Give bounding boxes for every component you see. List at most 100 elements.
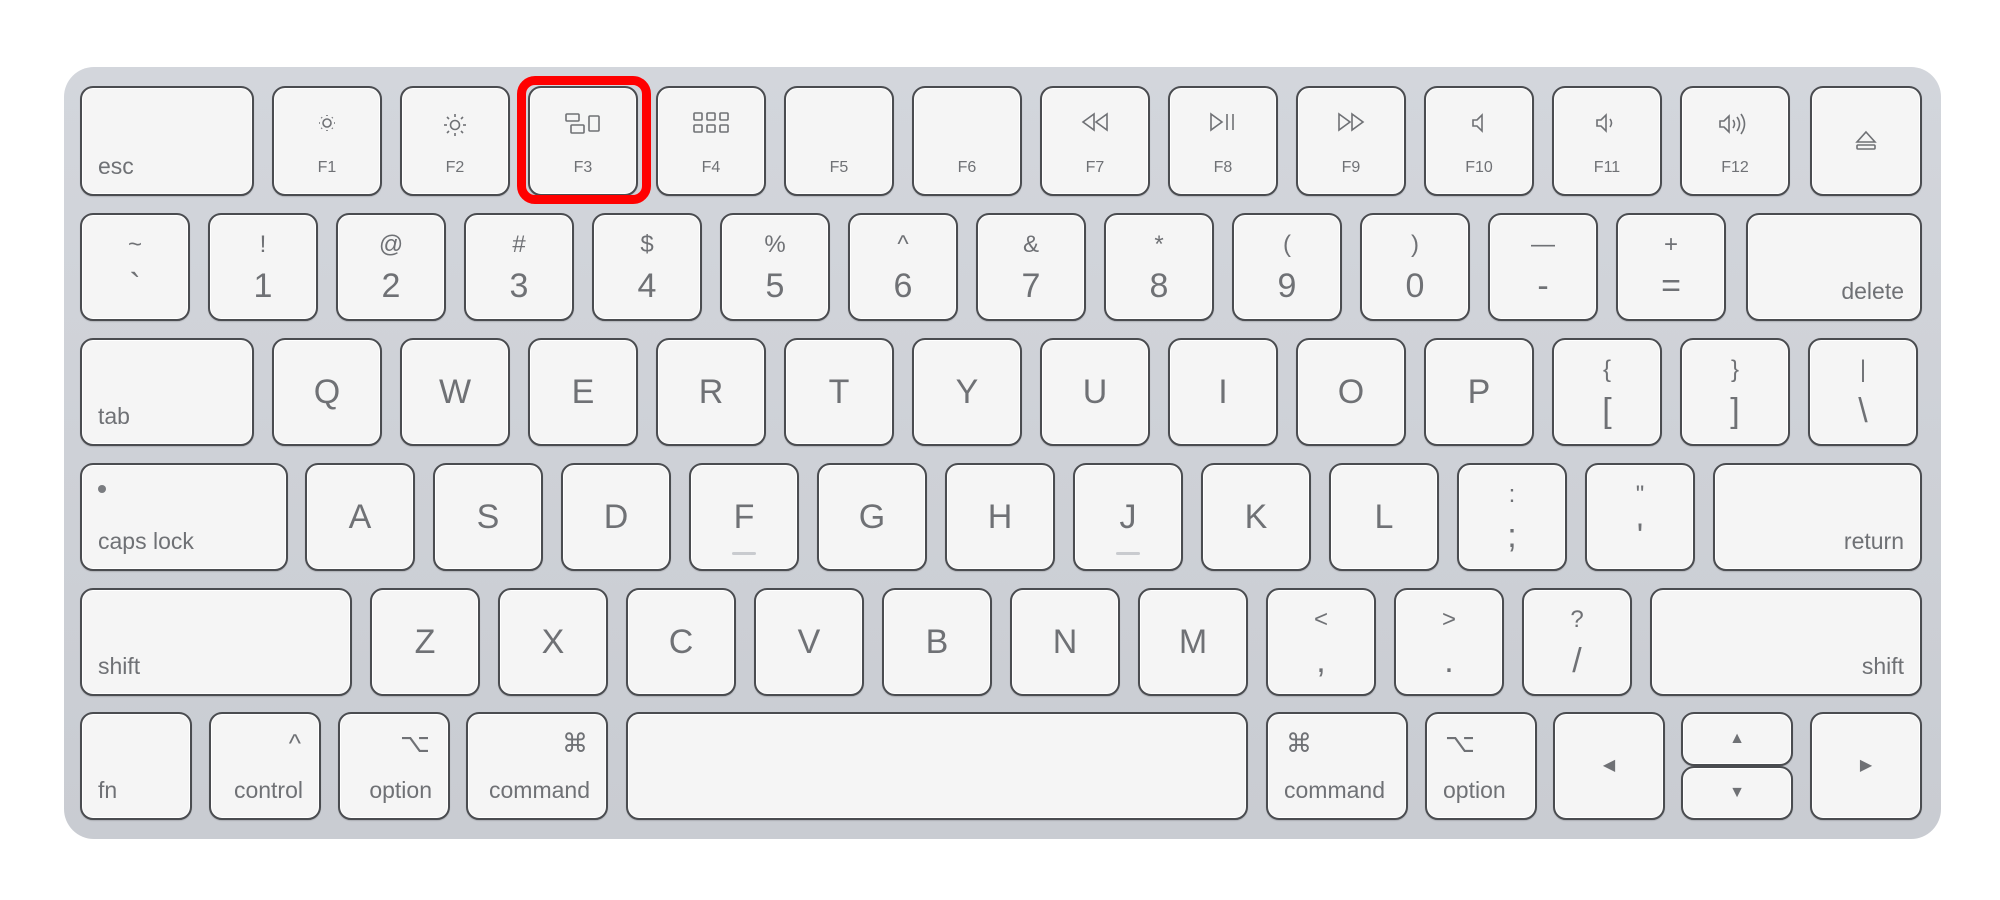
key-f11[interactable]: F11: [1552, 86, 1662, 196]
shift-symbol: ?: [1570, 606, 1584, 633]
key-q[interactable]: Q: [272, 338, 382, 446]
key-f[interactable]: F: [689, 463, 799, 571]
key-symbol: 2: [381, 267, 401, 305]
key-t[interactable]: T: [784, 338, 894, 446]
key-punct-2[interactable]: <,: [1266, 588, 1376, 696]
shift-symbol: |: [1859, 356, 1867, 383]
key-x[interactable]: X: [498, 588, 608, 696]
key-punct-4[interactable]: ? /: [1522, 588, 1632, 696]
key-f10[interactable]: F10: [1424, 86, 1534, 196]
key-symbol: [: [1602, 392, 1612, 430]
key-caps-lock[interactable]: caps lock: [80, 463, 288, 571]
shift-symbol: {: [1602, 356, 1611, 383]
key-option-left[interactable]: option ⌥: [338, 712, 450, 820]
key-b[interactable]: B: [882, 588, 992, 696]
key-letter: R: [698, 373, 724, 411]
control-icon: ^: [288, 728, 301, 758]
key-5[interactable]: % 5: [720, 213, 830, 321]
key-n[interactable]: N: [1010, 588, 1120, 696]
key-arrow-down[interactable]: ▼: [1681, 766, 1793, 820]
key-4[interactable]: $4: [592, 213, 702, 321]
key-command-left[interactable]: command ⌘: [466, 712, 608, 820]
key-v[interactable]: V: [754, 588, 864, 696]
shift-symbol: &: [1022, 231, 1039, 258]
key-a[interactable]: A: [305, 463, 415, 571]
key-fn[interactable]: fn: [80, 712, 192, 820]
key-punct-0[interactable]: :;: [1457, 463, 1567, 571]
key-command-right[interactable]: command ⌘: [1266, 712, 1408, 820]
key-f12[interactable]: F12: [1680, 86, 1790, 196]
key-arrow-left[interactable]: ◀: [1553, 712, 1665, 820]
key-esc[interactable]: esc: [80, 86, 254, 196]
key-minus[interactable]: — -: [1488, 213, 1598, 321]
key-letter: B: [925, 623, 949, 661]
key-p[interactable]: P: [1424, 338, 1534, 446]
key-i[interactable]: I: [1168, 338, 1278, 446]
key-8[interactable]: * 8: [1104, 213, 1214, 321]
key-letter: W: [438, 373, 472, 411]
key-3[interactable]: #3: [464, 213, 574, 321]
key-0[interactable]: ) 0: [1360, 213, 1470, 321]
key-bracket-0[interactable]: {[: [1552, 338, 1662, 446]
key-punct-3[interactable]: >.: [1394, 588, 1504, 696]
key-k[interactable]: K: [1201, 463, 1311, 571]
key-f4[interactable]: F4: [656, 86, 766, 196]
key-arrow-right[interactable]: ▶: [1810, 712, 1922, 820]
key-g[interactable]: G: [817, 463, 927, 571]
command-label: command: [1284, 777, 1385, 803]
key-j[interactable]: J: [1073, 463, 1183, 571]
key-2[interactable]: @2: [336, 213, 446, 321]
shift-symbol: <: [1313, 606, 1328, 633]
key-letter: E: [571, 373, 595, 411]
key-control[interactable]: control ^: [209, 712, 321, 820]
key-arrow-up[interactable]: ▲: [1681, 712, 1793, 766]
key-bracket-2[interactable]: | \: [1808, 338, 1918, 446]
home-bump: [732, 552, 756, 555]
key-m[interactable]: M: [1138, 588, 1248, 696]
key-u[interactable]: U: [1040, 338, 1150, 446]
key-o[interactable]: O: [1296, 338, 1406, 446]
key-punct-1[interactable]: " ': [1585, 463, 1695, 571]
key-d[interactable]: D: [561, 463, 671, 571]
key-tab[interactable]: tab: [80, 338, 254, 446]
key-h[interactable]: H: [945, 463, 1055, 571]
mission-control-icon: [530, 112, 636, 140]
key-w[interactable]: W: [400, 338, 510, 446]
key-1[interactable]: ! 1: [208, 213, 318, 321]
key-bracket-1[interactable]: }]: [1680, 338, 1790, 446]
key-equals[interactable]: + =: [1616, 213, 1726, 321]
key-f7[interactable]: F7: [1040, 86, 1150, 196]
key-letter: X: [541, 623, 565, 661]
key-l[interactable]: L: [1329, 463, 1439, 571]
key-shift-right[interactable]: shift: [1650, 588, 1922, 696]
key-f2[interactable]: F2: [400, 86, 510, 196]
key-r[interactable]: R: [656, 338, 766, 446]
key-y[interactable]: Y: [912, 338, 1022, 446]
key-return[interactable]: return: [1713, 463, 1922, 571]
key-f9[interactable]: F9: [1296, 86, 1406, 196]
shift-symbol: }: [1730, 356, 1739, 383]
key-symbol: /: [1572, 642, 1582, 680]
key-shift-left[interactable]: shift: [80, 588, 352, 696]
key-s[interactable]: S: [433, 463, 543, 571]
key-delete[interactable]: delete: [1746, 213, 1922, 321]
key-e[interactable]: E: [528, 338, 638, 446]
key-z[interactable]: Z: [370, 588, 480, 696]
command-label: command: [489, 777, 590, 803]
key-c[interactable]: C: [626, 588, 736, 696]
key-backtick[interactable]: ~ `: [80, 213, 190, 321]
key-eject[interactable]: [1810, 86, 1922, 196]
key-9[interactable]: (9: [1232, 213, 1342, 321]
key-option-right[interactable]: option ⌥: [1425, 712, 1537, 820]
key-f3[interactable]: F3: [528, 86, 638, 196]
esc-label: esc: [98, 153, 134, 179]
key-f1[interactable]: F1: [272, 86, 382, 196]
key-space[interactable]: [626, 712, 1248, 820]
key-f8[interactable]: F8: [1168, 86, 1278, 196]
key-6[interactable]: ^ 6: [848, 213, 958, 321]
key-7[interactable]: & 7: [976, 213, 1086, 321]
shift-symbol: $: [640, 231, 654, 258]
key-f6[interactable]: F6: [912, 86, 1022, 196]
key-f5[interactable]: F5: [784, 86, 894, 196]
key-letter: Y: [955, 373, 979, 411]
